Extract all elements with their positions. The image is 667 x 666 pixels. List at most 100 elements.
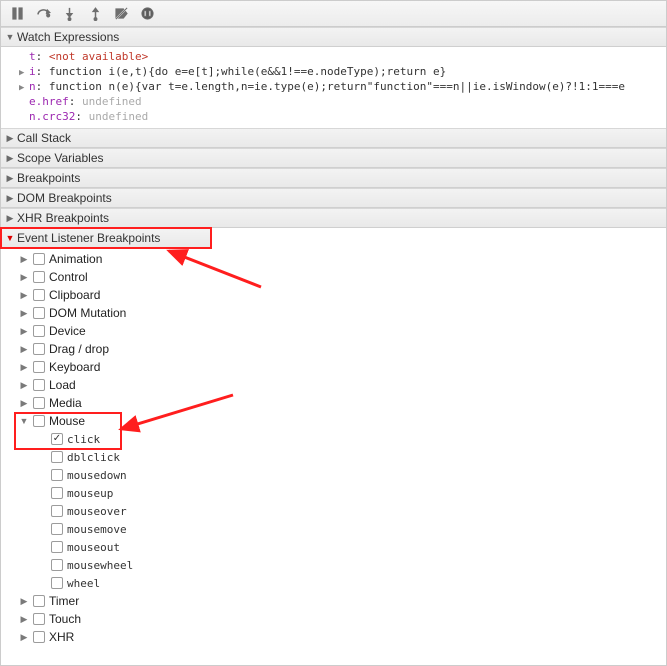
checkbox[interactable] bbox=[33, 415, 45, 427]
event-category-clipboard[interactable]: Clipboard bbox=[5, 286, 666, 304]
checkbox[interactable] bbox=[33, 325, 45, 337]
panel-breakpoints[interactable]: Breakpoints bbox=[1, 168, 666, 188]
pause-on-exceptions-icon[interactable] bbox=[135, 3, 159, 25]
watch-expression-row[interactable]: i: function i(e,t){do e=e[t];while(e&&1!… bbox=[1, 64, 666, 79]
event-item-mouseover[interactable]: mouseover bbox=[5, 502, 666, 520]
watch-key: t bbox=[29, 50, 36, 63]
chevron-right-icon[interactable] bbox=[19, 380, 29, 391]
panel-title: Watch Expressions bbox=[17, 30, 119, 44]
checkbox[interactable] bbox=[51, 505, 63, 517]
panel-title: Scope Variables bbox=[17, 151, 104, 165]
event-label: mouseout bbox=[67, 541, 120, 554]
panel-title: XHR Breakpoints bbox=[17, 211, 109, 225]
checkbox[interactable] bbox=[51, 487, 63, 499]
watch-expression-row[interactable]: n: function n(e){var t=e.length,n=ie.typ… bbox=[1, 79, 666, 94]
chevron-right-icon[interactable] bbox=[19, 290, 29, 301]
event-category-xhr[interactable]: XHR bbox=[5, 628, 666, 646]
event-category-touch[interactable]: Touch bbox=[5, 610, 666, 628]
category-label: Clipboard bbox=[49, 288, 100, 302]
chevron-down-icon[interactable] bbox=[19, 416, 29, 426]
panel-watch-expressions[interactable]: Watch Expressions bbox=[1, 27, 666, 47]
event-item-click[interactable]: click bbox=[5, 430, 666, 448]
event-label: mousemove bbox=[67, 523, 127, 536]
checkbox[interactable] bbox=[51, 433, 63, 445]
checkbox[interactable] bbox=[33, 253, 45, 265]
event-category-dom-mutation[interactable]: DOM Mutation bbox=[5, 304, 666, 322]
event-category-media[interactable]: Media bbox=[5, 394, 666, 412]
checkbox[interactable] bbox=[33, 307, 45, 319]
watch-expression-row[interactable]: t: <not available> bbox=[1, 49, 666, 64]
category-label: Drag / drop bbox=[49, 342, 109, 356]
category-label: Device bbox=[49, 324, 86, 338]
checkbox[interactable] bbox=[51, 469, 63, 481]
event-item-dblclick[interactable]: dblclick bbox=[5, 448, 666, 466]
chevron-right-icon[interactable] bbox=[19, 398, 29, 409]
event-item-mousewheel[interactable]: mousewheel bbox=[5, 556, 666, 574]
panel-call-stack[interactable]: Call Stack bbox=[1, 128, 666, 148]
pause-icon[interactable] bbox=[5, 3, 29, 25]
checkbox[interactable] bbox=[33, 379, 45, 391]
expand-icon bbox=[19, 68, 29, 78]
event-item-mousedown[interactable]: mousedown bbox=[5, 466, 666, 484]
deactivate-breakpoints-icon[interactable] bbox=[109, 3, 133, 25]
event-item-mousemove[interactable]: mousemove bbox=[5, 520, 666, 538]
event-label: mousewheel bbox=[67, 559, 133, 572]
panel-event-listener-breakpoints[interactable]: Event Listener Breakpoints bbox=[1, 228, 211, 248]
panel-title: Call Stack bbox=[17, 131, 71, 145]
panel-scope-variables[interactable]: Scope Variables bbox=[1, 148, 666, 168]
watch-expression-row[interactable]: e.href: undefined bbox=[1, 94, 666, 109]
chevron-right-icon[interactable] bbox=[19, 344, 29, 355]
chevron-right-icon[interactable] bbox=[19, 272, 29, 283]
event-item-mouseout[interactable]: mouseout bbox=[5, 538, 666, 556]
chevron-right-icon[interactable] bbox=[19, 614, 29, 625]
checkbox[interactable] bbox=[51, 577, 63, 589]
chevron-right-icon[interactable] bbox=[19, 254, 29, 265]
event-category-control[interactable]: Control bbox=[5, 268, 666, 286]
checkbox[interactable] bbox=[33, 613, 45, 625]
checkbox[interactable] bbox=[33, 289, 45, 301]
chevron-right-icon[interactable] bbox=[19, 326, 29, 337]
expand-icon bbox=[5, 32, 15, 42]
checkbox[interactable] bbox=[33, 361, 45, 373]
chevron-right-icon[interactable] bbox=[19, 308, 29, 319]
checkbox[interactable] bbox=[33, 631, 45, 643]
event-category-timer[interactable]: Timer bbox=[5, 592, 666, 610]
event-category-load[interactable]: Load bbox=[5, 376, 666, 394]
event-category-animation[interactable]: Animation bbox=[5, 250, 666, 268]
watch-value: <not available> bbox=[49, 50, 148, 63]
event-item-wheel[interactable]: wheel bbox=[5, 574, 666, 592]
category-label: Media bbox=[49, 396, 82, 410]
chevron-right-icon[interactable] bbox=[19, 632, 29, 643]
event-category-drag-drop[interactable]: Drag / drop bbox=[5, 340, 666, 358]
event-category-keyboard[interactable]: Keyboard bbox=[5, 358, 666, 376]
watch-value: function i(e,t){do e=e[t];while(e&&1!==e… bbox=[49, 65, 446, 78]
category-label: Keyboard bbox=[49, 360, 100, 374]
checkbox[interactable] bbox=[33, 397, 45, 409]
watch-expression-row[interactable]: n.crc32: undefined bbox=[1, 109, 666, 124]
watch-key: n bbox=[29, 80, 36, 93]
chevron-right-icon[interactable] bbox=[19, 596, 29, 607]
category-label: Mouse bbox=[49, 414, 85, 428]
step-out-icon[interactable] bbox=[83, 3, 107, 25]
checkbox[interactable] bbox=[33, 271, 45, 283]
event-category-mouse[interactable]: Mouse bbox=[5, 412, 666, 430]
category-label: Touch bbox=[49, 612, 81, 626]
panel-dom-breakpoints[interactable]: DOM Breakpoints bbox=[1, 188, 666, 208]
watch-expressions-body: t: <not available>i: function i(e,t){do … bbox=[1, 47, 666, 128]
checkbox[interactable] bbox=[51, 523, 63, 535]
checkbox[interactable] bbox=[33, 343, 45, 355]
expand-icon bbox=[5, 153, 15, 164]
checkbox[interactable] bbox=[51, 541, 63, 553]
step-over-icon[interactable] bbox=[31, 3, 55, 25]
event-category-device[interactable]: Device bbox=[5, 322, 666, 340]
panel-title: Breakpoints bbox=[17, 171, 80, 185]
event-item-mouseup[interactable]: mouseup bbox=[5, 484, 666, 502]
step-into-icon[interactable] bbox=[57, 3, 81, 25]
checkbox[interactable] bbox=[51, 451, 63, 463]
watch-value: undefined bbox=[82, 95, 142, 108]
checkbox[interactable] bbox=[33, 595, 45, 607]
checkbox[interactable] bbox=[51, 559, 63, 571]
expand-icon bbox=[5, 233, 15, 243]
chevron-right-icon[interactable] bbox=[19, 362, 29, 373]
panel-xhr-breakpoints[interactable]: XHR Breakpoints bbox=[1, 208, 666, 228]
